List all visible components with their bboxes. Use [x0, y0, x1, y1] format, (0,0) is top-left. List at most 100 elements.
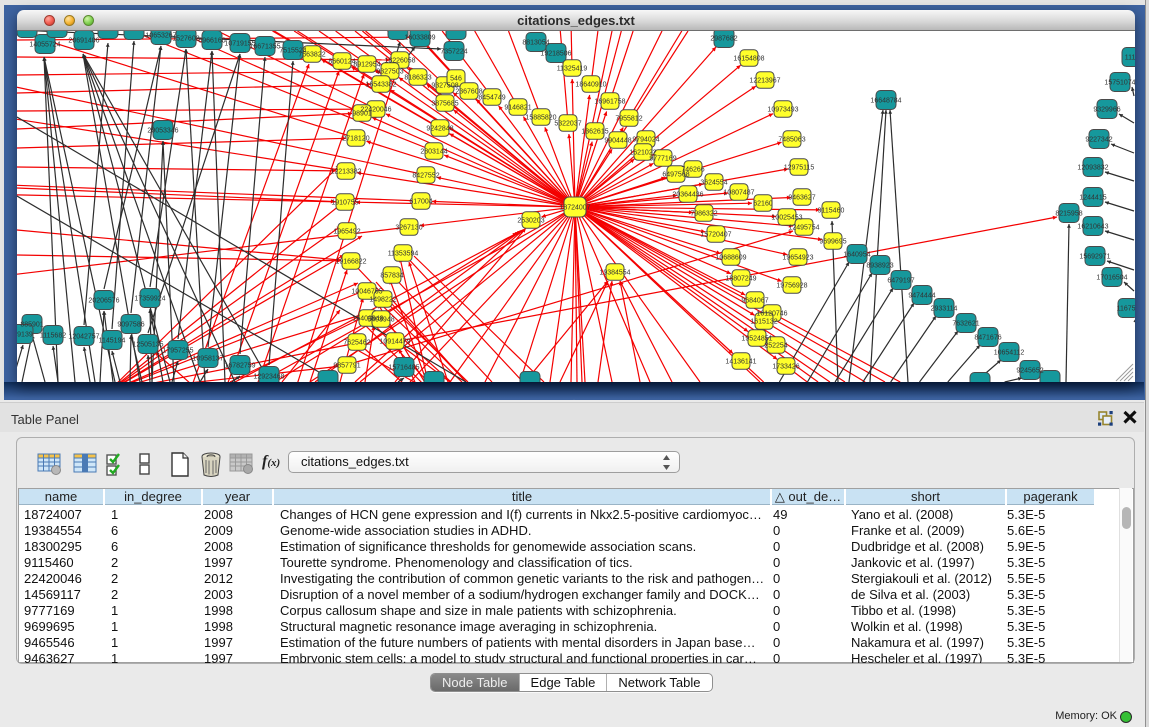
svg-text:15885820: 15885820 — [525, 115, 556, 122]
svg-text:8660124: 8660124 — [328, 59, 355, 66]
svg-text:15751074: 15751074 — [1104, 80, 1135, 87]
svg-text:1117: 1117 — [1125, 55, 1135, 62]
svg-text:9904448: 9904448 — [604, 138, 631, 145]
svg-text:19654923: 19654923 — [782, 255, 813, 262]
svg-text:9699695: 9699695 — [819, 239, 846, 246]
svg-text:10958137: 10958137 — [192, 356, 223, 363]
svg-text:9329966: 9329966 — [1093, 107, 1120, 114]
svg-text:62160: 62160 — [753, 201, 773, 208]
svg-text:10688609: 10688609 — [715, 255, 746, 262]
svg-text:252254: 252254 — [764, 343, 787, 350]
svg-text:2530203: 2530203 — [517, 218, 544, 225]
svg-text:15716485: 15716485 — [388, 365, 419, 372]
svg-text:7485063: 7485063 — [778, 137, 805, 144]
svg-text:8454749: 8454749 — [478, 95, 505, 102]
svg-text:1527602: 1527602 — [172, 36, 199, 43]
svg-text:1910755: 1910755 — [331, 200, 358, 207]
svg-text:9115460: 9115460 — [818, 208, 845, 215]
svg-text:10025453: 10025453 — [771, 215, 802, 222]
svg-text:1965492: 1965492 — [333, 229, 360, 236]
svg-text:9245652: 9245652 — [1016, 368, 1043, 375]
svg-text:3624554: 3624554 — [700, 180, 727, 187]
svg-text:8938923: 8938923 — [866, 263, 893, 270]
svg-text:1640954: 1640954 — [843, 252, 870, 259]
svg-text:9463627: 9463627 — [788, 195, 815, 202]
svg-text:11353594: 11353594 — [388, 251, 419, 258]
svg-text:8186323: 8186323 — [404, 75, 431, 82]
svg-text:14136141: 14136141 — [725, 359, 756, 366]
svg-text:9857791: 9857791 — [333, 363, 360, 370]
svg-text:39139: 39139 — [17, 332, 33, 339]
svg-text:2987682: 2987682 — [710, 36, 737, 43]
svg-text:20691406: 20691406 — [68, 38, 99, 45]
svg-text:19218506: 19218506 — [540, 51, 571, 58]
svg-text:10654112: 10654112 — [994, 350, 1025, 357]
svg-text:12495754: 12495754 — [788, 225, 819, 232]
svg-text:9227342: 9227342 — [1085, 137, 1112, 144]
svg-text:2718120: 2718120 — [342, 136, 369, 143]
svg-text:19524851: 19524851 — [741, 336, 772, 343]
svg-text:7663822: 7663822 — [298, 52, 325, 59]
svg-text:8813054: 8813054 — [522, 40, 549, 47]
svg-text:6479197: 6479197 — [887, 278, 914, 285]
svg-text:885901: 885901 — [20, 322, 43, 329]
svg-text:7955812: 7955812 — [615, 116, 642, 123]
svg-text:8427552: 8427552 — [412, 173, 439, 180]
svg-text:3875685: 3875685 — [431, 101, 458, 108]
svg-text:16033809: 16033809 — [404, 35, 435, 42]
svg-text:1115682: 1115682 — [40, 333, 66, 340]
svg-text:8912954: 8912954 — [353, 62, 380, 69]
svg-text:20206576: 20206576 — [88, 298, 119, 305]
svg-text:98901: 98901 — [352, 111, 372, 118]
svg-text:9327503: 9327503 — [376, 69, 403, 76]
svg-text:1733426: 1733426 — [772, 364, 799, 371]
svg-text:9146821: 9146821 — [504, 105, 531, 112]
svg-text:19166822: 19166822 — [335, 259, 366, 266]
svg-text:7986322: 7986322 — [690, 211, 717, 218]
svg-text:5322037: 5322037 — [554, 121, 581, 128]
svg-text:116753: 116753 — [1117, 306, 1135, 313]
svg-text:8471676: 8471676 — [974, 335, 1001, 342]
svg-text:15720407: 15720407 — [700, 232, 731, 239]
svg-text:17016504: 17016504 — [1096, 275, 1127, 282]
svg-text:14055724: 14055724 — [29, 42, 60, 49]
svg-text:11325419: 11325419 — [557, 66, 588, 73]
svg-text:3267130: 3267130 — [395, 225, 422, 232]
svg-text:16782759: 16782759 — [224, 363, 255, 370]
svg-text:16210643: 16210643 — [1077, 224, 1108, 231]
svg-text:12093832: 12093832 — [1077, 165, 1108, 172]
svg-text:9474444: 9474444 — [908, 293, 935, 300]
svg-text:12923468: 12923468 — [253, 374, 284, 381]
svg-text:29053346: 29053346 — [147, 128, 178, 135]
svg-text:2933114: 2933114 — [931, 306, 958, 313]
svg-text:9242848: 9242848 — [426, 126, 453, 133]
svg-text:9684067: 9684067 — [741, 298, 768, 305]
svg-text:546: 546 — [450, 76, 462, 83]
svg-text:6966160: 6966160 — [198, 38, 225, 45]
svg-text:12213967: 12213967 — [749, 78, 780, 85]
svg-text:16648784: 16648784 — [870, 98, 901, 105]
svg-text:19384554: 19384554 — [599, 270, 630, 277]
svg-text:10807487: 10807487 — [723, 190, 754, 197]
svg-text:1615132: 1615132 — [750, 319, 777, 326]
svg-text:746266: 746266 — [681, 167, 704, 174]
svg-text:9097586: 9097586 — [117, 322, 144, 329]
svg-text:2803144: 2803144 — [420, 149, 447, 156]
svg-text:12213382: 12213382 — [330, 169, 361, 176]
svg-text:16154808: 16154808 — [733, 56, 764, 63]
svg-text:617004: 617004 — [409, 199, 432, 206]
svg-text:19756928: 19756928 — [776, 283, 807, 290]
svg-text:7625462: 7625462 — [343, 340, 370, 347]
svg-text:12042757: 12042757 — [68, 334, 99, 341]
svg-text:16671355: 16671355 — [249, 44, 280, 51]
svg-text:16120746: 16120746 — [756, 311, 787, 318]
svg-text:12975115: 12975115 — [784, 165, 815, 172]
svg-text:17957255: 17957255 — [162, 348, 193, 355]
svg-text:20364436: 20364436 — [672, 192, 703, 199]
svg-text:1145194: 1145194 — [99, 338, 126, 345]
svg-text:1244415: 1244415 — [1079, 195, 1106, 202]
svg-text:9794024: 9794024 — [632, 137, 659, 144]
svg-text:10914479: 10914479 — [379, 339, 410, 346]
svg-text:857834: 857834 — [380, 273, 403, 280]
svg-text:15692971: 15692971 — [1079, 254, 1110, 261]
